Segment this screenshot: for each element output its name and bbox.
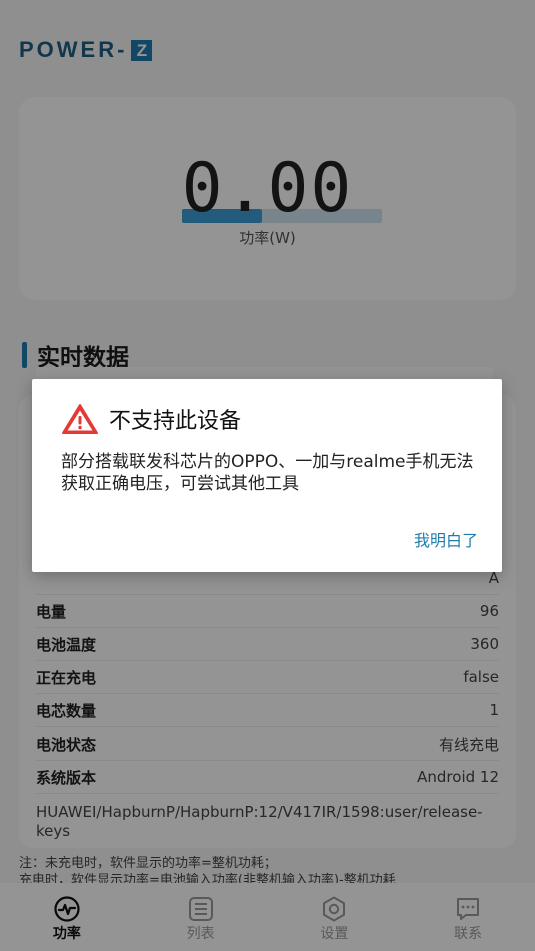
warning-icon bbox=[62, 404, 98, 434]
dialog-message: 部分搭载联发科芯片的OPPO、一加与realme手机无法获取正确电压，可尝试其他… bbox=[61, 452, 474, 494]
unsupported-device-dialog: 不支持此设备 部分搭载联发科芯片的OPPO、一加与realme手机无法获取正确电… bbox=[32, 379, 502, 572]
dialog-title: 不支持此设备 bbox=[61, 403, 241, 435]
confirm-button[interactable]: 我明白了 bbox=[414, 527, 478, 551]
dialog-title-text: 不支持此设备 bbox=[109, 409, 242, 434]
